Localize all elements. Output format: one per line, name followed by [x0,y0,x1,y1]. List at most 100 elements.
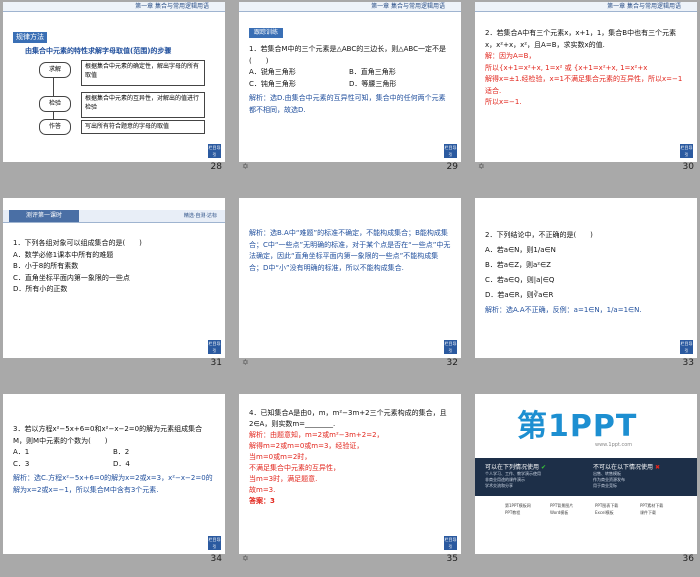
slide-number: 33 [682,358,694,368]
not-allowed-title: 不可以在以下情况使用 ✖ [593,464,660,471]
check-icon: ✔ [540,464,546,471]
slide-number: 31 [210,358,222,368]
nav-badge[interactable]: 栏目导引 [208,536,221,550]
option-b: B．2 [113,448,130,456]
header-text: 第一章 集合与常用逻辑用语 [607,3,681,10]
option-a: A．若a∈N，则1/a∈N [485,246,556,254]
question-text: 1．若集合M中的三个元素是△ABC的三边长，则△ABC一定不是( ) [249,45,446,65]
allowed-list: 个人学习、工作、教学演示使用 非商业用途的课件演示 学术交流和分享 [485,471,577,489]
step-box-3: 作答 [39,119,71,135]
slide-thumbnail-35[interactable]: 4．已知集合A是由0，m，m²−3m+2三个元素构成的集合，且2∈A，则实数m=… [239,394,461,564]
slide-preview: 3．若以方程x²−5x+6=0和x²−x−2=0的解为元素组成集合M，则M中元素… [3,394,225,554]
slide-preview: 第一章 集合与常用逻辑用语 2．若集合A中有三个元素x，x+1，1，集合B中也有… [475,2,697,162]
brand-logo: 第1PPT [517,409,638,444]
slide-thumbnail-28[interactable]: 第一章 集合与常用逻辑用语 规律方法 由集合中元素的特性求解字母取值(范围)的步… [3,2,225,172]
answer-line: 当m=0或m=2时， [249,453,312,461]
option-d: D．等腰三角形 [349,79,397,88]
final-answer: 答案：3 [249,497,275,505]
link-item[interactable]: Word模板 [550,509,595,516]
answer-line: 不满足集合中元素的互异性， [249,464,340,472]
slide-header-bar: 第一章 集合与常用逻辑用语 [475,2,697,12]
link-item[interactable]: PPT图表下载 [595,502,640,509]
link-item[interactable]: PPT素材下载 [640,502,685,509]
slide-number: 34 [210,554,222,564]
slide-note-icon[interactable]: ✡ [242,358,249,368]
option-b: B．若a∈Z，则a²∈Z [485,261,551,269]
slide-thumbnail-32[interactable]: 解析：选B.A中“难题”的标准不确定，不能构成集合；B能构成集合；C中“一些点”… [239,198,461,368]
header-text: 第一章 集合与常用逻辑用语 [371,3,445,10]
option-a: A．锐角三角形 [249,68,296,76]
answer-line: 解：因为A=B， [485,52,536,60]
slide-body: 3．若以方程x²−5x+6=0和x²−x−2=0的解为元素组成集合M，则M中元素… [13,424,215,496]
slide-thumbnail-31[interactable]: 测评第一课时 精选·自测·达标 1．下列各组对象可以组成集合的是( ) A．数学… [3,198,225,368]
answer-line: 所以x=−1. [485,98,522,106]
step-desc-1: 根据集合中元素的确定性，解出字母的所有取值 [81,60,205,86]
answer-text: 解析：选D.由集合中元素的互异性可知，集合中的任何两个元素都不相同，故选D. [249,94,446,114]
allowed-title: 可以在下列情况使用 ✔ [485,464,546,471]
answer-line: 解得m=2或m=0或m=3，经验证， [249,442,364,450]
slide-number: 28 [210,162,222,172]
slide-number: 35 [446,554,458,564]
answer-line: 解得x=±1.经检验，x=1不满足集合元素的互异性，所以x=−1适合. [485,75,683,95]
slide-body: 2．下列结论中，不正确的是( ) A．若a∈N，则1/a∈N B．若a∈Z，则a… [485,228,687,318]
slide-header-bar: 第一章 集合与常用逻辑用语 [3,2,225,12]
nav-badge[interactable]: 栏目导引 [680,340,693,354]
slide-note-icon[interactable]: ✡ [242,554,249,564]
option-a: A．1 [13,448,30,456]
link-grid: 第1PPT模板网 PPT背景图片 PPT图表下载 PPT素材下载 PPT教程 W… [505,502,685,516]
question-text: 3．若以方程x²−5x+6=0和x²−x−2=0的解为元素组成集合M，则M中元素… [13,425,203,445]
slide-preview: 解析：选B.A中“难题”的标准不确定，不能构成集合；B能构成集合；C中“一些点”… [239,198,461,358]
link-item[interactable]: 第1PPT模板网 [505,502,550,509]
question-text: 2．若集合A中有三个元素x，x+1，1，集合B中也有三个元素x，x²+x，x²，… [485,29,677,49]
slide-thumbnail-34[interactable]: 3．若以方程x²−5x+6=0和x²−x−2=0的解为元素组成集合M，则M中元素… [3,394,225,564]
option-b: B．直角三角形 [349,68,396,76]
slide-thumbnail-29[interactable]: 第一章 集合与常用逻辑用语 跟踪训练 1．若集合M中的三个元素是△ABC的三边长… [239,2,461,172]
answer-text: 解析：选A.A不正确，反例：a=1∈N，1/a=1∈N. [485,306,642,314]
slide-preview: 4．已知集合A是由0，m，m²−3m+2三个元素构成的集合，且2∈A，则实数m=… [239,394,461,554]
slide-body: 2．若集合A中有三个元素x，x+1，1，集合B中也有三个元素x，x²+x，x²，… [485,28,687,109]
nav-badge[interactable]: 栏目导引 [444,144,457,158]
link-item[interactable]: PPT背景图片 [550,502,595,509]
step-box-2: 检验 [39,96,71,112]
question-text: 4．已知集合A是由0，m，m²−3m+2三个元素构成的集合，且2∈A，则实数m=… [249,409,447,428]
slide-note-icon[interactable]: ✡ [478,162,485,172]
slide-heading: 由集合中元素的特性求解字母取值(范围)的步骤 [25,47,172,55]
answer-text: 解析：选B.A中“难题”的标准不确定，不能构成集合；B能构成集合；C中“一些点”… [249,229,451,272]
slide-preview: 第一章 集合与常用逻辑用语 规律方法 由集合中元素的特性求解字母取值(范围)的步… [3,2,225,162]
nav-badge[interactable]: 栏目导引 [208,144,221,158]
slide-number: 30 [682,162,694,172]
slide-number: 29 [446,162,458,172]
slide-preview: 第一章 集合与常用逻辑用语 跟踪训练 1．若集合M中的三个元素是△ABC的三边长… [239,2,461,162]
slide-preview: 第1PPT www.1ppt.com 可以在下列情况使用 ✔ 个人学习、工作、教… [475,394,697,554]
option-d: D．所有小的正数 [13,285,68,293]
slide-thumbnail-30[interactable]: 第一章 集合与常用逻辑用语 2．若集合A中有三个元素x，x+1，1，集合B中也有… [475,2,697,172]
section-tag: 规律方法 [13,32,47,43]
nav-badge[interactable]: 栏目导引 [680,144,693,158]
question-text: 2．下列结论中，不正确的是( ) [485,231,593,239]
nav-badge[interactable]: 栏目导引 [208,340,221,354]
nav-badge[interactable]: 栏目导引 [444,340,457,354]
cross-icon: ✖ [654,464,660,471]
slide-body: 1．若集合M中的三个元素是△ABC的三边长，则△ABC一定不是( ) A．锐角三… [249,44,451,116]
link-item[interactable]: PPT教程 [505,509,550,516]
option-c: C．若a∈Q，则|a|∈Q [485,276,555,284]
option-d: D．若a∈R，则∛a∈R [485,291,554,299]
answer-line: 当m=3时，满足题意. [249,475,318,483]
slide-body: 1．下列各组对象可以组成集合的是( ) A．数学必修1课本中所有的难题 B．小于… [13,238,215,296]
answer-text: 解析：选C.方程x²−5x+6=0的解为x=2或x=3，x²−x−2=0的解为x… [13,474,213,494]
answer-line: 所以{x+1=x²+x, 1=x² 或 {x+1=x²+x, 1=x²+x [485,63,648,72]
slide-thumbnail-33[interactable]: 2．下列结论中，不正确的是( ) A．若a∈N，则1/a∈N B．若a∈Z，则a… [475,198,697,368]
slide-body: 4．已知集合A是由0，m，m²−3m+2三个元素构成的集合，且2∈A，则实数m=… [249,408,451,507]
slide-preview: 测评第一课时 精选·自测·达标 1．下列各组对象可以组成集合的是( ) A．数学… [3,198,225,358]
option-c: C．钝角三角形 [249,79,296,88]
nav-badge[interactable]: 栏目导引 [444,536,457,550]
slide-note-icon[interactable]: ✡ [242,162,249,172]
slide-thumbnail-36[interactable]: 第1PPT www.1ppt.com 可以在下列情况使用 ✔ 个人学习、工作、教… [475,394,697,564]
info-panel: 可以在下列情况使用 ✔ 个人学习、工作、教学演示使用 非商业用途的课件演示 学术… [475,458,697,496]
link-item[interactable]: Excel模板 [595,509,640,516]
step-desc-2: 根据集合中元素的互异性，对解出的值进行检验 [81,92,205,118]
section-subtag: 精选·自测·达标 [183,213,217,219]
option-c: C．3 [13,459,30,468]
section-tag: 测评第一课时 [9,210,79,222]
link-item[interactable]: 课件下载 [640,509,685,516]
